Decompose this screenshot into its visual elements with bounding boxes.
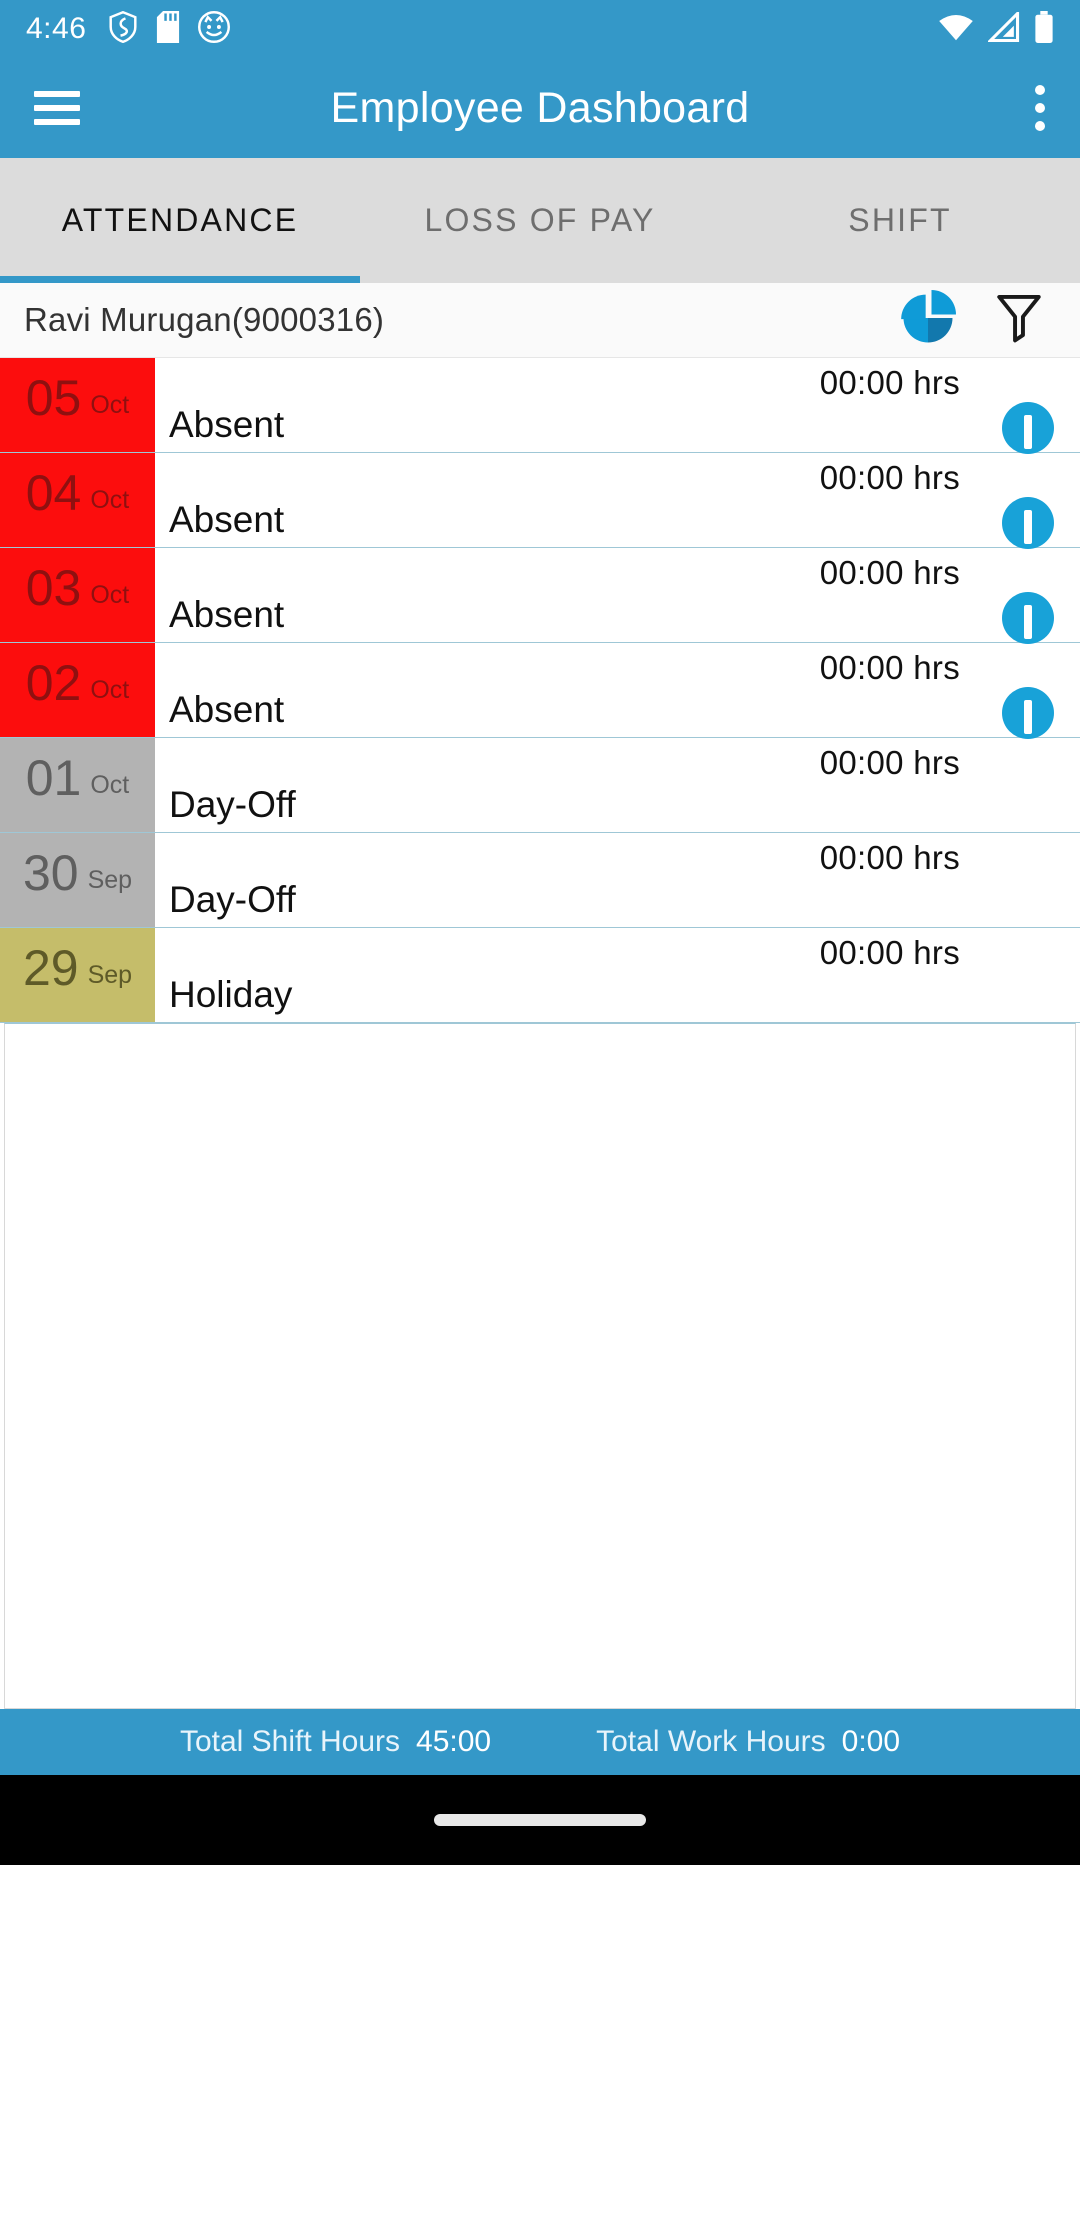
- battery-icon: [1034, 10, 1054, 48]
- row-date-day: 02: [25, 655, 82, 711]
- row-status: Absent: [169, 594, 285, 635]
- row-date-month: Oct: [90, 675, 130, 704]
- overflow-dot-3: [1035, 121, 1045, 131]
- row-status: Holiday: [169, 974, 293, 1015]
- tab-attendance[interactable]: ATTENDANCE: [0, 202, 360, 239]
- table-row[interactable]: 29 Sep 00:00 hrs Holiday: [0, 928, 1080, 1023]
- row-date-day: 04: [25, 465, 82, 521]
- hamburger-menu-icon[interactable]: [34, 91, 80, 125]
- cat-face-icon: [198, 10, 231, 48]
- row-hours: 00:00 hrs: [819, 364, 960, 401]
- info-icon[interactable]: [1002, 402, 1054, 454]
- total-shift-hours-label: Total Shift Hours: [179, 1725, 401, 1758]
- pie-chart-icon[interactable]: [900, 289, 956, 351]
- row-body: 00:00 hrs Holiday: [155, 928, 1080, 1022]
- tab-bar: ATTENDANCE LOSS OF PAY SHIFT: [0, 158, 1080, 283]
- home-gesture-pill[interactable]: [434, 1814, 646, 1826]
- table-row[interactable]: 04 Oct 00:00 hrs Absent: [0, 453, 1080, 549]
- hamburger-bar-3: [34, 119, 80, 125]
- row-body: 00:00 hrs Day-Off: [155, 833, 1080, 927]
- table-row[interactable]: 02 Oct 00:00 hrs Absent: [0, 643, 1080, 739]
- wifi-icon: [938, 12, 974, 47]
- total-work-hours-label: Total Work Hours: [596, 1725, 826, 1758]
- hamburger-bar-1: [34, 91, 80, 97]
- row-date-month: Oct: [90, 580, 130, 609]
- info-icon[interactable]: [1002, 592, 1054, 644]
- row-status: Absent: [169, 499, 285, 540]
- row-date-cell: 03 Oct: [0, 548, 155, 642]
- row-hours: 00:00 hrs: [819, 554, 960, 591]
- info-icon[interactable]: [1002, 687, 1054, 739]
- info-icon[interactable]: [1002, 497, 1054, 549]
- table-row[interactable]: 05 Oct 00:00 hrs Absent: [0, 358, 1080, 454]
- row-date-month: Oct: [90, 390, 130, 419]
- total-work-hours: Total Work Hours 0:00: [596, 1725, 900, 1759]
- more-vertical-icon[interactable]: [1034, 85, 1046, 131]
- tab-shift[interactable]: SHIFT: [720, 202, 1080, 239]
- row-date-cell: 29 Sep: [0, 928, 155, 1022]
- summary-bar: Total Shift Hours 45:00 Total Work Hours…: [0, 1709, 1080, 1775]
- row-hours: 00:00 hrs: [819, 839, 960, 876]
- phone-screen: 4:46 Employee Dashboard ATTENDANCE LOSS …: [0, 0, 1080, 2220]
- table-row[interactable]: 30 Sep 00:00 hrs Day-Off: [0, 833, 1080, 928]
- app-bar: Employee Dashboard: [0, 58, 1080, 158]
- row-date-day: 03: [25, 560, 82, 616]
- cellular-signal-icon: [986, 9, 1020, 47]
- row-date-month: Oct: [90, 485, 130, 514]
- empty-list-area: [4, 1023, 1076, 1709]
- total-work-hours-value: 0:00: [841, 1725, 901, 1758]
- sd-card-icon: [156, 10, 180, 48]
- page-title: Employee Dashboard: [330, 83, 750, 132]
- row-date-day: 30: [22, 845, 79, 901]
- row-date-cell: 30 Sep: [0, 833, 155, 927]
- row-hours: 00:00 hrs: [819, 459, 960, 496]
- table-row[interactable]: 01 Oct 00:00 hrs Day-Off: [0, 738, 1080, 833]
- row-date-cell: 05 Oct: [0, 358, 155, 452]
- employee-name-label: Ravi Murugan(9000316): [24, 301, 385, 338]
- status-bar-system-icons: [938, 9, 1054, 48]
- row-date-day: 01: [25, 750, 82, 806]
- employee-header: Ravi Murugan(9000316): [0, 283, 1080, 358]
- status-bar: 4:46: [0, 0, 1080, 58]
- system-navigation-bar: [0, 1775, 1080, 1865]
- row-date-day: 05: [25, 370, 82, 426]
- row-body: 00:00 hrs Absent: [155, 643, 1080, 739]
- filter-funnel-icon[interactable]: [996, 293, 1042, 348]
- status-bar-notification-icons: [108, 10, 231, 48]
- overflow-dot-1: [1035, 85, 1045, 95]
- tab-active-indicator: [0, 276, 360, 283]
- row-date-month: Sep: [87, 865, 133, 894]
- row-status: Day-Off: [169, 784, 296, 825]
- table-row[interactable]: 03 Oct 00:00 hrs Absent: [0, 548, 1080, 644]
- total-shift-hours-value: 45:00: [416, 1725, 492, 1758]
- row-status: Absent: [169, 404, 285, 445]
- row-body: 00:00 hrs Day-Off: [155, 738, 1080, 832]
- tab-loss-of-pay[interactable]: LOSS OF PAY: [360, 202, 720, 239]
- employee-header-actions: [900, 289, 1056, 351]
- overflow-dot-2: [1035, 103, 1045, 113]
- row-hours: 00:00 hrs: [819, 934, 960, 971]
- row-date-month: Sep: [87, 960, 133, 989]
- row-status: Day-Off: [169, 879, 296, 920]
- attendance-list: 05 Oct 00:00 hrs Absent 04 Oct 00:00 hrs…: [0, 358, 1080, 1023]
- row-date-cell: 02 Oct: [0, 643, 155, 737]
- row-date-cell: 01 Oct: [0, 738, 155, 832]
- row-date-day: 29: [22, 940, 79, 996]
- row-hours: 00:00 hrs: [819, 744, 960, 781]
- row-body: 00:00 hrs Absent: [155, 548, 1080, 644]
- status-bar-clock: 4:46: [26, 12, 87, 45]
- total-shift-hours: Total Shift Hours 45:00: [180, 1725, 491, 1759]
- row-body: 00:00 hrs Absent: [155, 453, 1080, 549]
- row-date-cell: 04 Oct: [0, 453, 155, 547]
- row-date-month: Oct: [90, 770, 130, 799]
- row-hours: 00:00 hrs: [819, 649, 960, 686]
- row-body: 00:00 hrs Absent: [155, 358, 1080, 454]
- hamburger-bar-2: [34, 105, 80, 111]
- row-status: Absent: [169, 689, 285, 730]
- shield-icon: [108, 10, 138, 48]
